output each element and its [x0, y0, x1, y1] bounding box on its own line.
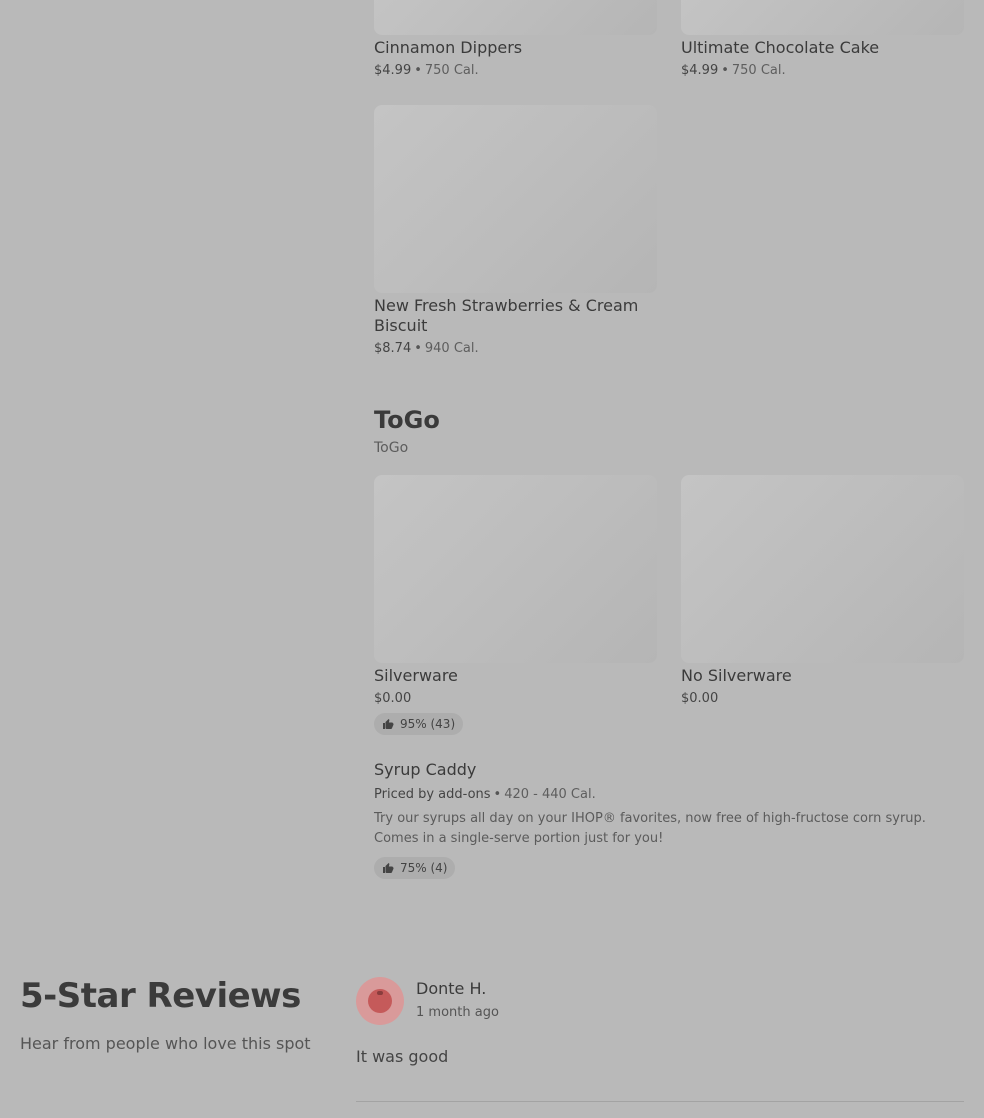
reviews-subtitle: Hear from people who love this spot	[20, 1034, 311, 1053]
menu-item-image[interactable]	[374, 475, 657, 663]
review-divider	[356, 1101, 964, 1102]
menu-item-calories: 750 Cal.	[731, 63, 786, 78]
thumbs-up-icon	[383, 719, 394, 729]
menu-item-calories: 420 - 440 Cal.	[504, 787, 596, 802]
menu-item-name[interactable]: Syrup Caddy	[374, 760, 476, 780]
menu-item-name[interactable]: Ultimate Chocolate Cake	[681, 38, 879, 58]
menu-item-calories: 750 Cal.	[424, 63, 479, 78]
menu-item-description: Try our syrups all day on your IHOP® fav…	[374, 811, 926, 846]
menu-item-image[interactable]	[681, 0, 964, 35]
menu-item-price: $4.99	[681, 63, 719, 78]
thumbs-up-icon	[383, 863, 394, 873]
rating-text: 95% (43)	[400, 717, 456, 731]
menu-item-price: $0.00	[374, 691, 412, 706]
rating-badge: 75% (4)	[374, 857, 456, 879]
review-author: Donte H.	[416, 979, 487, 998]
reviews-title: 5-Star Reviews	[20, 976, 301, 1016]
review-text: It was good	[356, 1047, 449, 1066]
menu-item-image[interactable]	[374, 0, 657, 35]
menu-item-meta: $4.99 • 750 Cal.	[374, 63, 479, 78]
rating-badge: 95% (43)	[374, 713, 464, 735]
menu-item-meta: Priced by add-ons • 420 - 440 Cal.	[374, 787, 596, 802]
menu-item-price: Priced by add-ons	[374, 787, 491, 802]
menu-item-image[interactable]	[681, 475, 964, 663]
avatar	[356, 977, 404, 1025]
section-title: ToGo	[374, 406, 440, 434]
menu-item-name[interactable]: Silverware	[374, 666, 458, 686]
menu-item-image[interactable]	[374, 105, 657, 293]
section-subtitle: ToGo	[374, 440, 409, 456]
menu-item-calories: 940 Cal.	[424, 341, 479, 356]
menu-item-price: $0.00	[681, 691, 719, 706]
menu-item-name[interactable]: No Silverware	[681, 666, 792, 686]
menu-item-meta: $4.99 • 750 Cal.	[681, 63, 786, 78]
menu-item-price: $8.74	[374, 341, 412, 356]
rating-text: 75% (4)	[400, 861, 448, 875]
review-time: 1 month ago	[416, 1005, 499, 1020]
menu-item-price: $4.99	[374, 63, 412, 78]
menu-item-name[interactable]: Cinnamon Dippers	[374, 38, 522, 58]
menu-item-name[interactable]: New Fresh Strawberries & Cream Biscuit	[374, 296, 644, 336]
menu-item-meta: $8.74 • 940 Cal.	[374, 341, 479, 356]
